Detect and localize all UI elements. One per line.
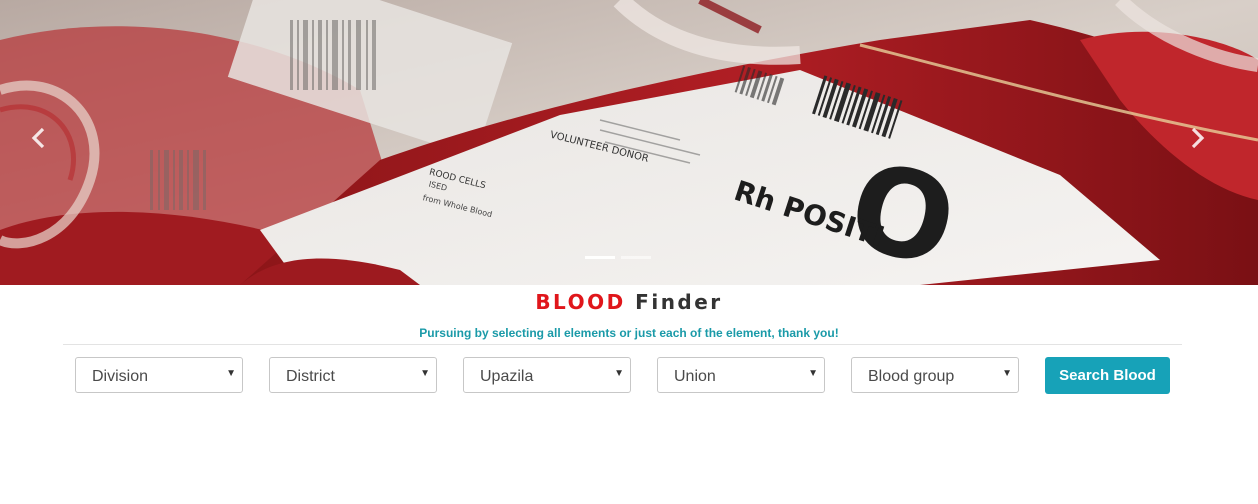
district-select[interactable]: District ▼ (269, 357, 437, 393)
caret-down-icon: ▼ (420, 368, 430, 379)
blood-bag-photo: O Rh POSITI VOLUNTEER DONOR ROOD CELLS I… (0, 0, 1258, 285)
page-title-finder: Finder (635, 290, 723, 314)
division-select[interactable]: Division ▼ (75, 357, 243, 393)
page-subtitle: Pursuing by selecting all elements or ju… (419, 326, 839, 340)
carousel-indicator-1[interactable] (585, 256, 615, 259)
union-select[interactable]: Union ▼ (657, 357, 825, 393)
chevron-left-icon (31, 127, 45, 149)
blood-group-select[interactable]: Blood group ▼ (851, 357, 1019, 393)
hero-carousel: O Rh POSITI VOLUNTEER DONOR ROOD CELLS I… (0, 0, 1258, 285)
caret-down-icon: ▼ (808, 368, 818, 379)
page-title: BLOOD Finder (0, 290, 1258, 314)
page-title-blood: BLOOD (535, 290, 626, 314)
divider (63, 344, 1182, 345)
blood-group-select-label: Blood group (868, 368, 955, 385)
district-select-label: District (286, 368, 335, 385)
caret-down-icon: ▼ (226, 368, 236, 379)
upazila-select-label: Upazila (480, 368, 534, 385)
carousel-next-button[interactable] (1178, 118, 1218, 158)
chevron-right-icon (1191, 127, 1205, 149)
carousel-indicators (585, 256, 651, 259)
division-select-label: Division (92, 368, 149, 385)
carousel-prev-button[interactable] (18, 118, 58, 158)
caret-down-icon: ▼ (1002, 368, 1012, 379)
union-select-label: Union (674, 368, 716, 385)
caret-down-icon: ▼ (614, 368, 624, 379)
carousel-indicator-2[interactable] (621, 256, 651, 259)
upazila-select[interactable]: Upazila ▼ (463, 357, 631, 393)
search-blood-button[interactable]: Search Blood (1045, 357, 1170, 394)
